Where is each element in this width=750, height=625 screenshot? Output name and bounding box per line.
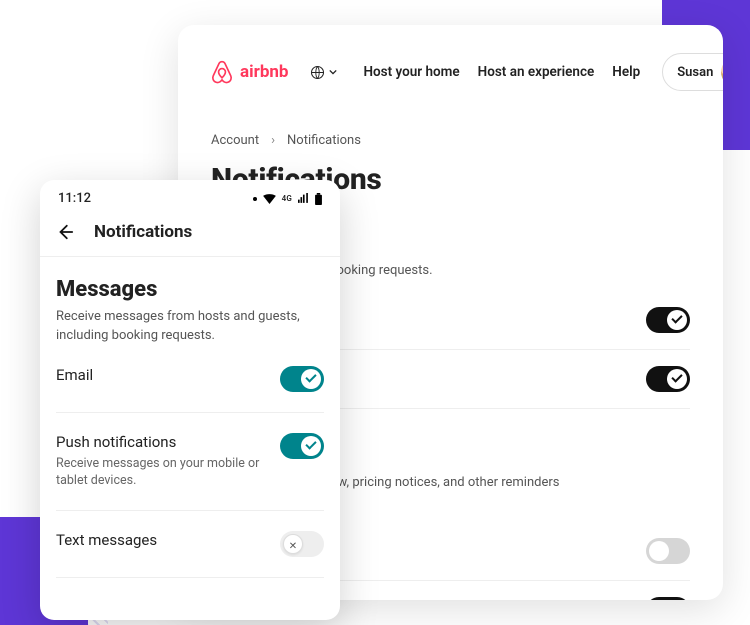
nav-host-experience[interactable]: Host an experience — [478, 64, 595, 80]
x-icon — [289, 534, 297, 553]
toggle-email[interactable] — [646, 538, 690, 564]
back-button[interactable] — [56, 223, 74, 241]
brand-name: airbnb — [240, 62, 288, 82]
chevron-down-icon — [329, 68, 337, 76]
nav-host-home[interactable]: Host your home — [363, 64, 459, 80]
mobile-title: Notifications — [94, 222, 192, 242]
toggle-push[interactable] — [280, 433, 324, 459]
setting-sublabel: Receive messages on your mobile or table… — [56, 455, 268, 490]
section-description: Receive messages from hosts and guests, … — [56, 308, 324, 346]
arrow-left-icon — [56, 223, 74, 241]
user-menu[interactable]: Susan — [662, 53, 723, 91]
breadcrumb-current: Notifications — [287, 133, 361, 148]
nav-help[interactable]: Help — [612, 64, 640, 80]
topbar: airbnb Host your home Host an experience… — [211, 53, 690, 91]
mobile-body: Messages Receive messages from hosts and… — [40, 257, 340, 578]
battery-icon — [315, 193, 322, 205]
chevron-right-icon: › — [271, 133, 275, 148]
status-icons: 4G — [253, 193, 322, 205]
toggle-messages[interactable] — [646, 366, 690, 392]
avatar — [721, 58, 723, 86]
signal-icon — [298, 193, 309, 204]
section-heading: Messages — [56, 277, 324, 302]
toggle-email[interactable] — [280, 366, 324, 392]
setting-row: Text messages — [56, 511, 324, 578]
wifi-icon — [263, 194, 276, 204]
setting-label: Text messages — [56, 531, 268, 549]
setting-row: Push notifications Receive messages on y… — [56, 413, 324, 511]
setting-row: Email — [56, 346, 324, 413]
mobile-header: Notifications — [40, 212, 340, 256]
nav-links: Host your home Host an experience Help — [363, 64, 640, 80]
globe-icon — [310, 65, 325, 80]
setting-label: Email — [56, 366, 268, 384]
brand-logo[interactable]: airbnb — [211, 60, 288, 84]
status-bar: 11:12 4G — [40, 180, 340, 212]
toggle-sms[interactable] — [280, 531, 324, 557]
setting-label: Push notifications — [56, 433, 268, 451]
user-name: Susan — [677, 65, 713, 80]
mobile-window: 11:12 4G Notifications Messages Receive … — [40, 180, 340, 620]
toggle-email[interactable] — [646, 307, 690, 333]
toggle-messages[interactable] — [646, 597, 690, 600]
breadcrumb: Account › Notifications — [211, 133, 690, 148]
locale-picker[interactable] — [310, 65, 337, 80]
status-network: 4G — [282, 194, 292, 203]
airbnb-logo-icon — [211, 60, 233, 84]
breadcrumb-root[interactable]: Account — [211, 133, 259, 148]
status-time: 11:12 — [58, 191, 91, 206]
